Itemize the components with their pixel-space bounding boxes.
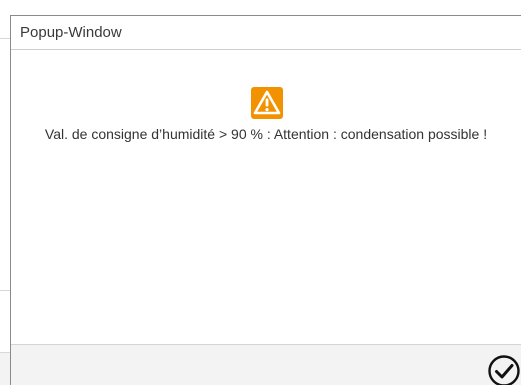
confirm-button[interactable] — [487, 354, 521, 385]
popup-window: Popup-Window Val. de consigne d’humidité… — [10, 15, 521, 385]
background-divider — [0, 290, 10, 291]
popup-title: Popup-Window — [11, 16, 521, 50]
background-divider — [0, 38, 10, 39]
background-footer-strip — [0, 352, 10, 385]
popup-footer — [11, 344, 521, 385]
popup-body: Val. de consigne d’humidité > 90 % : Att… — [11, 50, 521, 344]
page: Popup-Window Val. de consigne d’humidité… — [0, 0, 521, 385]
check-circle-icon — [488, 355, 520, 385]
popup-message: Val. de consigne d’humidité > 90 % : Att… — [44, 126, 488, 142]
warning-triangle-icon — [251, 87, 283, 119]
